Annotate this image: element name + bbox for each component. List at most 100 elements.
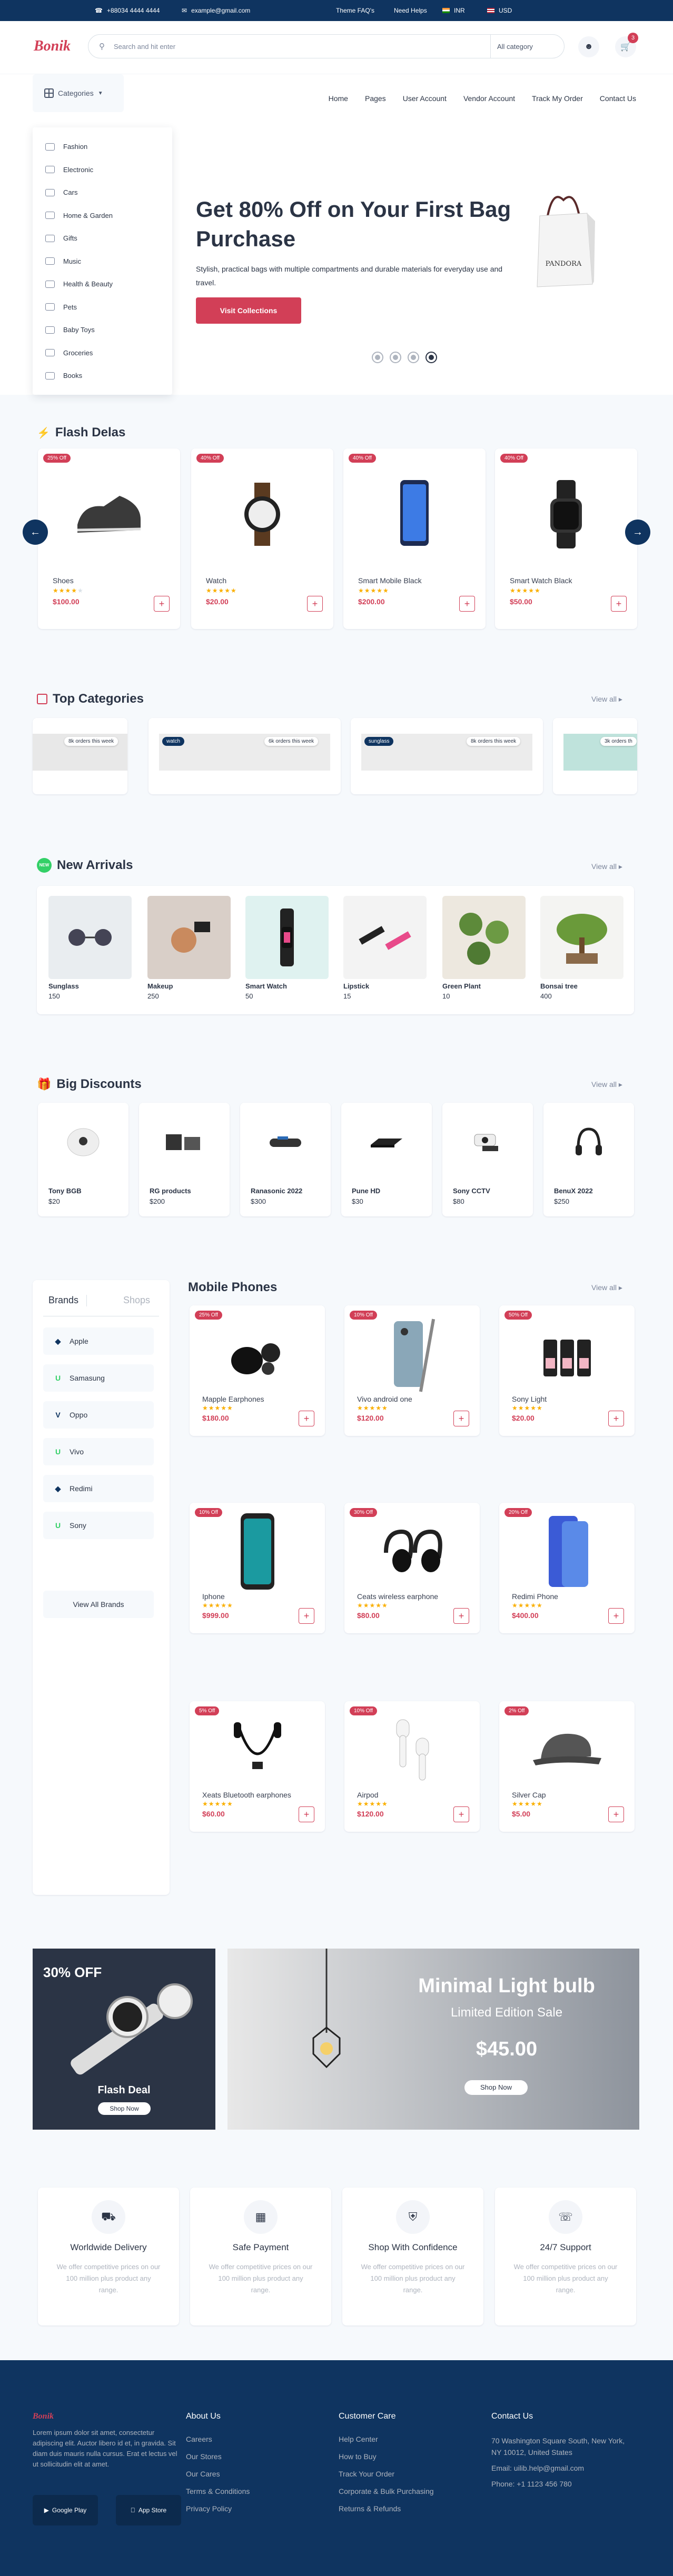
footer-link[interactable]: Our Cares	[186, 2465, 250, 2483]
product-card[interactable]: 5% Off Xeats Bluetooth earphones ★★★★★ $…	[190, 1701, 325, 1832]
discount-card[interactable]: RG products $200	[139, 1103, 230, 1216]
footer-phone[interactable]: Phone: +1 1123 456 780	[491, 2478, 628, 2490]
shop-now-button[interactable]: Shop Now	[464, 2080, 528, 2095]
faq-link[interactable]: Theme FAQ's	[336, 7, 374, 14]
discount-card[interactable]: Pune HD $30	[341, 1103, 432, 1216]
footer-link[interactable]: Our Stores	[186, 2448, 250, 2465]
brand-item-vivo[interactable]: U Vivo	[43, 1438, 154, 1465]
footer-link[interactable]: Returns & Refunds	[339, 2500, 434, 2518]
category-item[interactable]: Baby Toys	[33, 318, 172, 342]
product-card[interactable]: 2% Off Silver Cap ★★★★★ $5.00 +	[499, 1701, 635, 1832]
search-category-select[interactable]: All category	[490, 35, 564, 58]
search-input[interactable]: Search and hit enter	[114, 43, 175, 51]
add-to-cart-button[interactable]: +	[611, 596, 627, 612]
category-card[interactable]: 8k orders this week	[33, 718, 127, 794]
brand-item-apple[interactable]: ◆ Apple	[43, 1327, 154, 1355]
add-to-cart-button[interactable]: +	[299, 1806, 314, 1822]
nav-home[interactable]: Home	[329, 94, 348, 103]
product-card[interactable]: 30% Off Ceats wireless earphone ★★★★★ $8…	[344, 1503, 480, 1633]
add-to-cart-button[interactable]: +	[453, 1608, 469, 1624]
carousel-dot[interactable]	[372, 352, 383, 363]
discount-card[interactable]: Ranasonic 2022 $300	[240, 1103, 331, 1216]
footer-link[interactable]: Track Your Order	[339, 2465, 434, 2483]
email-contact[interactable]: ✉ example@gmail.com	[182, 7, 250, 14]
footer-link[interactable]: How to Buy	[339, 2448, 434, 2465]
product-card[interactable]: 50% Off Sony Light ★★★★★ $20.00 +	[499, 1305, 635, 1436]
logo[interactable]: Bonik	[34, 38, 71, 55]
carousel-dot-active[interactable]	[425, 352, 437, 363]
add-to-cart-button[interactable]: +	[299, 1411, 314, 1426]
category-card[interactable]: watch 6k orders this week	[149, 718, 341, 794]
discount-card[interactable]: BenuX 2022 $250	[543, 1103, 634, 1216]
footer-link[interactable]: Terms & Conditions	[186, 2483, 250, 2500]
product-card[interactable]: 10% Off Vivo android one ★★★★★ $120.00 +	[344, 1305, 480, 1436]
product-card[interactable]: 10% Off Iphone ★★★★★ $999.00 +	[190, 1503, 325, 1633]
language-select[interactable]: INR	[442, 7, 465, 14]
mobile-phones-view-all[interactable]: View all ▸	[591, 1283, 622, 1292]
brand-item-redimi[interactable]: ◆ Redimi	[43, 1475, 154, 1502]
add-to-cart-button[interactable]: +	[459, 596, 475, 612]
discount-card[interactable]: Tony BGB $20	[38, 1103, 128, 1216]
category-item[interactable]: Health & Beauty	[33, 273, 172, 296]
product-card[interactable]: 20% Off Redimi Phone ★★★★★ $400.00 +	[499, 1503, 635, 1633]
category-item[interactable]: Home & Garden	[33, 204, 172, 227]
category-item[interactable]: Pets	[33, 296, 172, 319]
top-categories-view-all[interactable]: View all ▸	[591, 695, 622, 704]
carousel-dot[interactable]	[390, 352, 401, 363]
footer-link[interactable]: Careers	[186, 2431, 250, 2448]
add-to-cart-button[interactable]: +	[299, 1608, 314, 1624]
category-item[interactable]: Music	[33, 250, 172, 273]
footer-logo[interactable]: Bonik	[33, 2412, 54, 2421]
brand-item-oppo[interactable]: V Oppo	[43, 1401, 154, 1429]
category-item[interactable]: Electronic	[33, 158, 172, 182]
brand-item-samsung[interactable]: U Samasung	[43, 1364, 154, 1392]
add-to-cart-button[interactable]: +	[608, 1608, 624, 1624]
new-arrivals-view-all[interactable]: View all ▸	[591, 862, 622, 871]
arrow-right-icon[interactable]: →	[625, 520, 650, 545]
add-to-cart-button[interactable]: +	[608, 1411, 624, 1426]
carousel-dot[interactable]	[408, 352, 419, 363]
category-item[interactable]: Fashion	[33, 135, 172, 158]
footer-link[interactable]: Privacy Policy	[186, 2500, 250, 2518]
brand-item-sony[interactable]: U Sony	[43, 1512, 154, 1539]
tab-brands[interactable]: Brands	[48, 1295, 78, 1306]
user-icon[interactable]: ☻	[578, 36, 599, 57]
add-to-cart-button[interactable]: +	[453, 1411, 469, 1426]
phone-contact[interactable]: ☎ +88034 4444 4444	[95, 7, 160, 14]
big-discounts-view-all[interactable]: View all ▸	[591, 1080, 622, 1089]
category-card[interactable]: sunglass 8k orders this week	[351, 718, 543, 794]
category-card[interactable]: 3k orders th	[553, 718, 637, 794]
category-item[interactable]: Cars	[33, 181, 172, 204]
category-item[interactable]: Groceries	[33, 342, 172, 365]
light-bulb-banner[interactable]: Minimal Light bulb Limited Edition Sale …	[227, 1949, 639, 2130]
product-card[interactable]: 25% Off Mapple Earphones ★★★★★ $180.00 +	[190, 1305, 325, 1436]
categories-button[interactable]: Categories ▼	[33, 74, 124, 112]
app-store-button[interactable]: App Store	[116, 2495, 181, 2525]
shop-now-button[interactable]: Shop Now	[98, 2102, 151, 2115]
tab-shops[interactable]: Shops	[123, 1295, 150, 1306]
help-link[interactable]: Need Helps	[394, 7, 427, 14]
currency-select[interactable]: USD	[487, 7, 512, 14]
footer-link[interactable]: Help Center	[339, 2431, 434, 2448]
product-card[interactable]: 40% Off Smart Mobile Black ★★★★★ $200.00…	[343, 448, 486, 629]
nav-pages[interactable]: Pages	[365, 94, 386, 103]
nav-user-account[interactable]: User Account	[403, 94, 447, 103]
discount-card[interactable]: Sony CCTV $80	[442, 1103, 533, 1216]
nav-vendor-account[interactable]: Vendor Account	[463, 94, 515, 103]
product-card[interactable]: 40% Off Smart Watch Black ★★★★★ $50.00 +	[495, 448, 637, 629]
google-play-button[interactable]: ▶ Google Play	[33, 2495, 98, 2525]
add-to-cart-button[interactable]: +	[453, 1806, 469, 1822]
flash-deal-banner[interactable]: 30% OFF Flash Deal Shop Now	[33, 1949, 215, 2130]
category-item[interactable]: Books	[33, 364, 172, 387]
visit-collections-button[interactable]: Visit Collections	[196, 297, 301, 324]
add-to-cart-button[interactable]: +	[307, 596, 323, 612]
view-all-brands-button[interactable]: View All Brands	[43, 1591, 154, 1618]
product-card[interactable]: 10% Off Airpod ★★★★★ $120.00 +	[344, 1701, 480, 1832]
category-item[interactable]: Gifts	[33, 227, 172, 250]
product-card[interactable]: 25% Off Shoes ★★★★★ $100.00 +	[38, 448, 180, 629]
add-to-cart-button[interactable]: +	[154, 596, 170, 612]
product-card[interactable]: 40% Off Watch ★★★★★ $20.00 +	[191, 448, 333, 629]
nav-contact[interactable]: Contact Us	[600, 94, 636, 103]
add-to-cart-button[interactable]: +	[608, 1806, 624, 1822]
arrow-left-icon[interactable]: ←	[23, 520, 48, 545]
